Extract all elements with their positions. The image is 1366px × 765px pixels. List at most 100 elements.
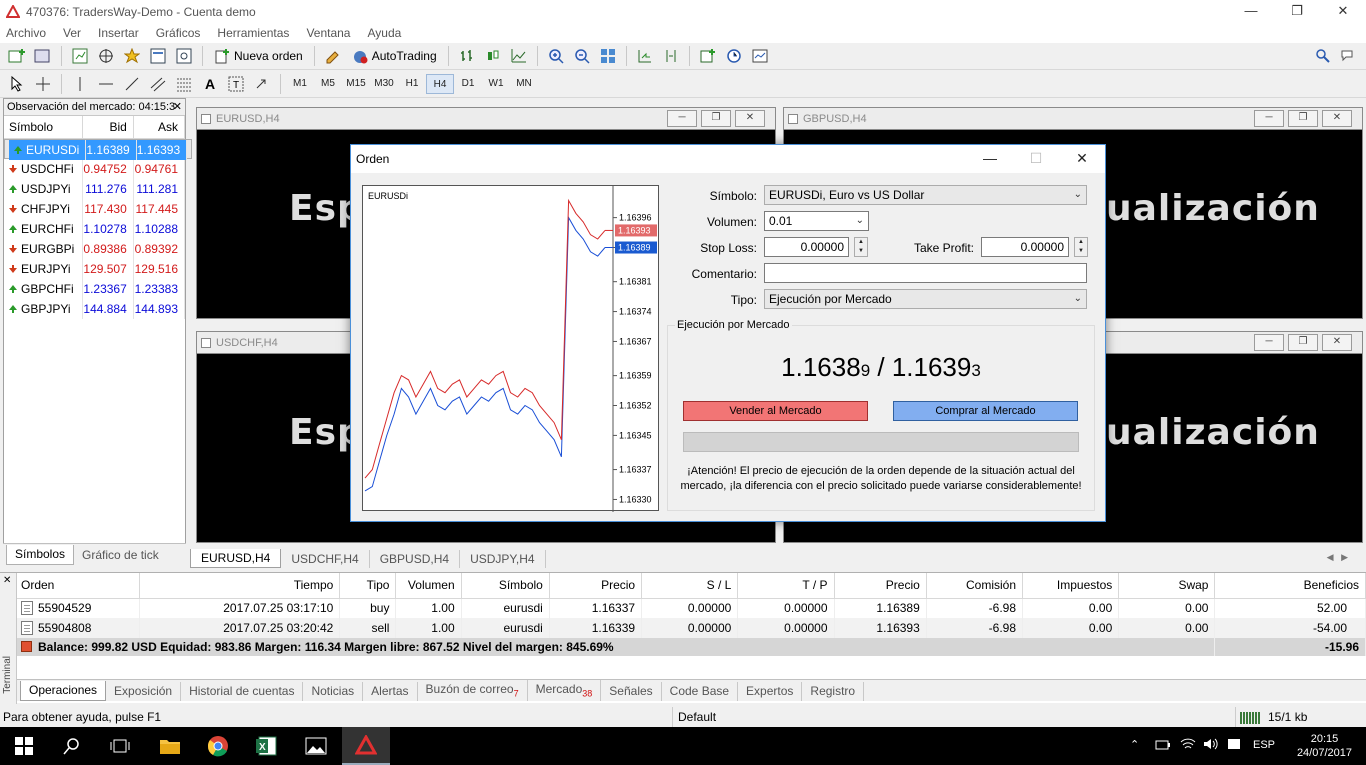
timeframe-w1[interactable]: W1 [482, 74, 510, 94]
tabs-scroll-arrows[interactable]: ◀ ▶ [1317, 550, 1358, 565]
tab-chart-usdchf[interactable]: USDCHF,H4 [281, 550, 370, 568]
column-header[interactable]: Volumen [395, 573, 462, 599]
system-clock[interactable]: 20:15 24/07/2017 [1297, 732, 1352, 760]
close-icon[interactable]: ✕ [1322, 334, 1352, 351]
strategy-tester-icon[interactable] [173, 45, 195, 67]
market-watch-row[interactable]: EURCHFi 1.10278 1.10288 [4, 218, 186, 239]
metaeditor-icon[interactable] [322, 45, 344, 67]
close-icon[interactable]: ✕ [3, 575, 11, 586]
tab-exposicion[interactable]: Exposición [106, 682, 182, 701]
market-watch-row[interactable]: EURUSDi 1.16389 1.16393 [4, 138, 193, 160]
column-header[interactable]: T / P [737, 573, 835, 599]
restore-icon[interactable]: ❐ [1288, 334, 1318, 351]
timeframe-m5[interactable]: M5 [314, 74, 342, 94]
symbol-select[interactable]: EURUSDi, Euro vs US Dollar ⌄ [764, 185, 1087, 205]
trendline-icon[interactable] [121, 73, 143, 95]
market-watch-row[interactable]: CHFJPYi 117.430 117.445 [4, 198, 186, 219]
cursor-icon[interactable] [6, 73, 28, 95]
task-view-icon[interactable] [96, 727, 144, 765]
column-header[interactable]: Ask [133, 116, 186, 139]
column-header[interactable]: Precio [834, 573, 927, 599]
new-order-button[interactable]: Nueva orden [210, 45, 307, 67]
menu-archivo[interactable]: Archivo [6, 26, 46, 40]
templates-icon[interactable] [749, 45, 771, 67]
trade-row[interactable]: 55904808 2017.07.25 03:20:42 sell 1.00 eurus… [17, 618, 1366, 638]
excel-icon[interactable]: X [242, 727, 290, 765]
profiles-icon[interactable] [32, 45, 54, 67]
column-header[interactable]: Swap [1118, 573, 1216, 599]
volume-icon[interactable] [1203, 737, 1219, 754]
buy-market-button[interactable]: Comprar al Mercado [893, 401, 1078, 421]
horizontal-line-icon[interactable] [95, 73, 117, 95]
timeframe-m1[interactable]: M1 [286, 74, 314, 94]
tab-expertos[interactable]: Expertos [738, 682, 803, 701]
wifi-icon[interactable] [1180, 737, 1196, 754]
tab-chart-usdjpy[interactable]: USDJPY,H4 [460, 550, 546, 568]
bar-chart-icon[interactable] [456, 45, 478, 67]
minimize-icon[interactable]: — [967, 145, 1013, 173]
menu-insertar[interactable]: Insertar [98, 26, 139, 40]
search-icon[interactable] [48, 727, 96, 765]
market-watch-row[interactable]: GBPCHFi 1.23367 1.23383 [4, 278, 186, 299]
tab-simbolos[interactable]: Símbolos [6, 545, 75, 565]
market-watch-row[interactable]: GBPJPYi 144.884 144.893 [4, 298, 186, 319]
market-watch-row[interactable]: USDCHFi 0.94752 0.94761 [4, 158, 186, 179]
timeframe-h4[interactable]: H4 [426, 74, 454, 94]
indicators-icon[interactable] [697, 45, 719, 67]
timeframe-m15[interactable]: M15 [342, 74, 370, 94]
periods-icon[interactable] [723, 45, 745, 67]
market-watch-row[interactable]: EURGBPi 0.89386 0.89392 [4, 238, 186, 259]
market-watch-row[interactable]: EURJPYi 129.507 129.516 [4, 258, 186, 279]
column-header[interactable]: Símbolo [4, 116, 83, 139]
order-type-select[interactable]: Ejecución por Mercado ⌄ [764, 289, 1087, 309]
column-header[interactable]: Impuestos [1022, 573, 1120, 599]
column-header[interactable]: Tipo [339, 573, 397, 599]
tab-operaciones[interactable]: Operaciones [20, 681, 107, 701]
minimize-icon[interactable]: ─ [1254, 110, 1284, 127]
tab-mercado[interactable]: Mercado38 [528, 679, 602, 701]
menu-ver[interactable]: Ver [63, 26, 81, 40]
battery-icon[interactable] [1155, 739, 1171, 754]
timeframe-h1[interactable]: H1 [398, 74, 426, 94]
tab-chart-eurusd[interactable]: EURUSD,H4 [190, 549, 282, 568]
minimize-icon[interactable]: — [1228, 0, 1274, 23]
new-chart-icon[interactable] [6, 45, 28, 67]
menu-graficos[interactable]: Gráficos [156, 26, 201, 40]
column-header[interactable]: Comisión [926, 573, 1024, 599]
close-icon[interactable]: ✕ [173, 99, 182, 115]
navigator-icon[interactable] [121, 45, 143, 67]
line-chart-icon[interactable] [508, 45, 530, 67]
tray-up-icon[interactable]: ⌃ [1130, 738, 1139, 751]
fibonacci-icon[interactable] [173, 73, 195, 95]
close-icon[interactable]: ✕ [735, 110, 765, 127]
tab-codebase[interactable]: Code Base [662, 682, 739, 701]
file-explorer-icon[interactable] [146, 727, 194, 765]
menu-ventana[interactable]: Ventana [306, 26, 350, 40]
tab-senales[interactable]: Señales [601, 682, 662, 701]
column-header[interactable]: Beneficios [1214, 573, 1366, 599]
market-watch-icon[interactable] [69, 45, 91, 67]
trade-row[interactable]: 55904529 2017.07.25 03:17:10 buy 1.00 eurusd… [17, 598, 1366, 618]
tab-grafico-tick[interactable]: Gráfico de tick [74, 546, 167, 565]
volume-combo[interactable]: 0.01 ⌄ [764, 211, 869, 231]
tab-noticias[interactable]: Noticias [303, 682, 364, 701]
restore-icon[interactable]: ❐ [1274, 0, 1320, 23]
language-indicator[interactable]: ESP [1253, 739, 1275, 751]
menu-ayuda[interactable]: Ayuda [367, 26, 401, 40]
search-icon[interactable] [1312, 45, 1334, 67]
minimize-icon[interactable]: ─ [667, 110, 697, 127]
column-header[interactable]: Orden [17, 573, 140, 599]
column-header[interactable]: S / L [641, 573, 739, 599]
auto-scroll-icon[interactable] [634, 45, 656, 67]
stop-loss-spinner[interactable]: ▲ ▼ [854, 237, 868, 257]
photos-icon[interactable] [292, 727, 340, 765]
data-window-icon[interactable] [95, 45, 117, 67]
text-label-icon[interactable]: T [225, 73, 247, 95]
close-icon[interactable]: ✕ [1322, 110, 1352, 127]
action-center-icon[interactable] [1227, 738, 1241, 755]
column-header[interactable]: Precio [549, 573, 643, 599]
terminal-icon[interactable] [147, 45, 169, 67]
tile-windows-icon[interactable] [597, 45, 619, 67]
candlestick-icon[interactable] [482, 45, 504, 67]
zoom-out-icon[interactable] [571, 45, 593, 67]
